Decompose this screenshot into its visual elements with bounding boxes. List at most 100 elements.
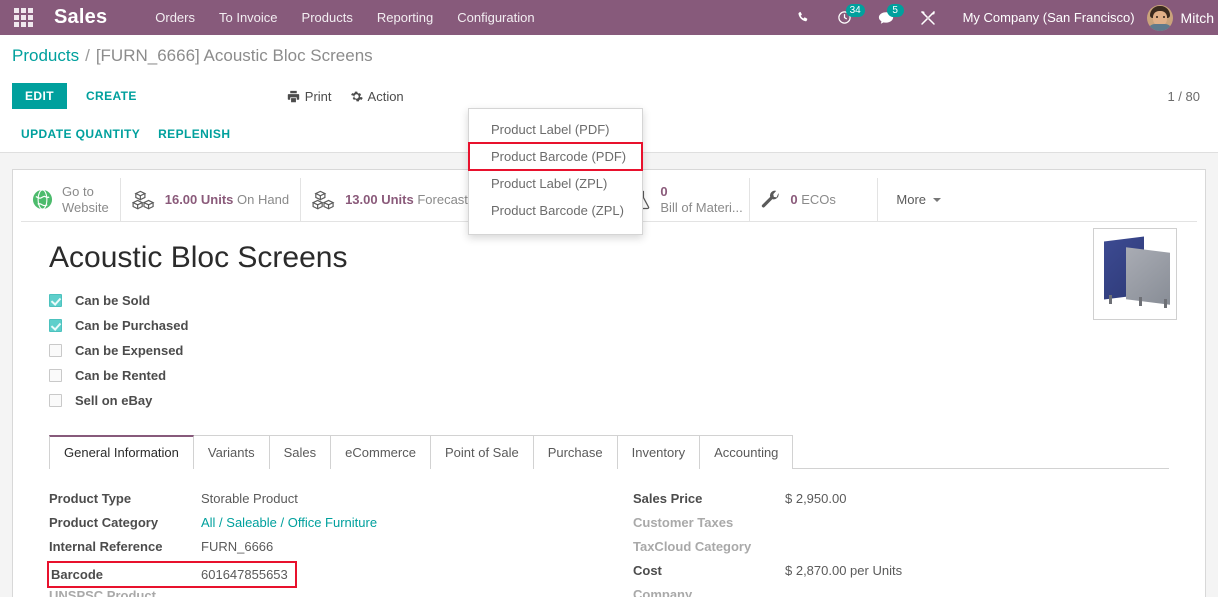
stat-value-ecos: 0 [790, 191, 798, 207]
field-label-product-category: Product Category [49, 515, 159, 530]
avatar [1146, 4, 1173, 31]
replenish-button[interactable]: REPLENISH [149, 121, 239, 147]
menu-item-orders[interactable]: Orders [143, 0, 207, 35]
field-label-cost: Cost [633, 563, 662, 578]
tools-icon[interactable] [907, 0, 949, 35]
tab-accounting[interactable]: Accounting [699, 435, 794, 469]
action-dropdown-button[interactable]: Action [341, 85, 413, 108]
field-row-company: Company [633, 587, 1169, 597]
stat-value-forecasted: 13.00 Units [345, 191, 414, 207]
checkbox-can-be-purchased[interactable] [49, 319, 62, 332]
stat-button-on-hand[interactable]: 16.00 Units On Hand [121, 178, 302, 221]
breadcrumb-current-record: [FURN_6666] Acoustic Bloc Screens [95, 46, 373, 65]
stat-label-bom: Bill of Materi... [660, 199, 743, 215]
messages-icon[interactable]: 5 [865, 0, 907, 35]
record-pager[interactable]: 1 / 80 [1167, 89, 1200, 104]
phone-icon[interactable] [784, 0, 824, 35]
form-body: Acoustic Bloc Screens Can be Sold Can be… [13, 222, 1205, 597]
field-value-barcode[interactable]: 601647855653 [201, 567, 288, 582]
field-row-unspsc-product: UNSPSC Product [49, 588, 609, 597]
checkbox-label-can-be-purchased[interactable]: Can be Purchased [75, 318, 188, 333]
breadcrumb-separator: / [85, 46, 90, 65]
company-selector[interactable]: My Company (San Francisco) [949, 10, 1147, 25]
tab-point-of-sale[interactable]: Point of Sale [429, 435, 534, 469]
field-value-product-category[interactable]: All / Saleable / Office Furniture [201, 515, 377, 530]
stat-label-line2: Website [62, 199, 109, 215]
stat-more-dropdown[interactable]: More [878, 178, 959, 221]
panel-leg [1139, 297, 1142, 306]
checkbox-row-can-be-rented: Can be Rented [49, 363, 1169, 388]
field-row-taxcloud-category: TaxCloud Category [633, 539, 1169, 563]
tab-ecommerce[interactable]: eCommerce [330, 435, 431, 469]
field-value-sales-price[interactable]: $ 2,950.00 [785, 491, 846, 506]
field-value-cost[interactable]: $ 2,870.00 per Units [785, 563, 902, 578]
menu-item-product-label-zpl[interactable]: Product Label (ZPL) [469, 170, 642, 197]
user-menu[interactable]: Mitch [1146, 4, 1218, 31]
stat-more-label: More [896, 192, 927, 207]
wrench-icon [761, 190, 781, 210]
apps-grid-icon[interactable] [0, 0, 46, 35]
fields-column-right: Sales Price $ 2,950.00 Customer Taxes Ta… [609, 491, 1169, 597]
main-menu: Orders To Invoice Products Reporting Con… [143, 0, 546, 35]
stat-button-go-to-website[interactable]: Go to Website [21, 178, 121, 221]
stat-label-on-hand: On Hand [237, 191, 290, 207]
cubes-icon [312, 190, 336, 210]
menu-item-to-invoice[interactable]: To Invoice [207, 0, 290, 35]
tab-purchase[interactable]: Purchase [532, 435, 618, 469]
field-row-sales-price: Sales Price $ 2,950.00 [633, 491, 1169, 515]
checkbox-can-be-sold[interactable] [49, 294, 62, 307]
menu-item-product-barcode-pdf[interactable]: Product Barcode (PDF) [468, 142, 643, 171]
checkbox-label-sell-on-ebay[interactable]: Sell on eBay [75, 393, 152, 408]
field-value-product-type[interactable]: Storable Product [201, 491, 298, 506]
field-label-unspsc-product: UNSPSC Product [49, 588, 156, 597]
checkbox-sell-on-ebay[interactable] [49, 394, 62, 407]
menu-item-product-barcode-zpl[interactable]: Product Barcode (ZPL) [469, 197, 642, 224]
checkbox-label-can-be-sold[interactable]: Can be Sold [75, 293, 150, 308]
checkbox-row-sell-on-ebay: Sell on eBay [49, 388, 1169, 413]
checkbox-label-can-be-rented[interactable]: Can be Rented [75, 368, 166, 383]
create-button[interactable]: CREATE [73, 83, 150, 109]
tab-general-information[interactable]: General Information [49, 435, 194, 469]
breadcrumb-root-products[interactable]: Products [12, 46, 79, 66]
menu-item-products[interactable]: Products [290, 0, 365, 35]
edit-button[interactable]: EDIT [12, 83, 67, 109]
fields-column-left: Product Type Storable Product Product Ca… [47, 491, 609, 597]
stat-text: 0 ECOs [790, 192, 836, 208]
stat-button-ecos[interactable]: 0 ECOs [750, 178, 879, 221]
print-dropdown-button[interactable]: Print [278, 85, 341, 108]
messages-count-badge: 5 [886, 4, 904, 17]
gear-icon [350, 91, 363, 101]
field-value-internal-reference[interactable]: FURN_6666 [201, 539, 273, 554]
field-label-customer-taxes: Customer Taxes [633, 515, 734, 530]
general-information-fields: Product Type Storable Product Product Ca… [47, 469, 1169, 597]
checkbox-row-can-be-sold: Can be Sold [49, 288, 1169, 313]
control-panel-actions: Print Action [278, 85, 413, 108]
field-row-product-type: Product Type Storable Product [49, 491, 609, 515]
menu-item-product-label-pdf[interactable]: Product Label (PDF) [469, 116, 642, 143]
product-image[interactable] [1093, 228, 1177, 320]
menu-item-reporting[interactable]: Reporting [365, 0, 445, 35]
update-quantity-button[interactable]: UPDATE QUANTITY [12, 121, 149, 147]
checkbox-can-be-rented[interactable] [49, 369, 62, 382]
field-row-product-category: Product Category All / Saleable / Office… [49, 515, 609, 539]
field-label-internal-reference: Internal Reference [49, 539, 163, 554]
activity-clock-icon[interactable]: 34 [824, 0, 865, 35]
stat-text: 16.00 Units On Hand [165, 192, 289, 208]
chevron-down-icon [933, 197, 942, 202]
stat-button-forecasted[interactable]: 13.00 Units Forecasted [301, 178, 495, 221]
tab-inventory[interactable]: Inventory [616, 435, 701, 469]
stat-label-line1: Go to [62, 183, 94, 199]
checkbox-label-can-be-expensed[interactable]: Can be Expensed [75, 343, 183, 358]
tab-sales[interactable]: Sales [268, 435, 332, 469]
stat-value-bom: 0 [660, 183, 668, 199]
print-label: Print [304, 88, 332, 104]
page-title: Acoustic Bloc Screens [49, 241, 348, 274]
app-brand-sales[interactable]: Sales [46, 6, 117, 29]
stat-text: 0 Bill of Materi... [660, 183, 742, 215]
checkbox-row-can-be-purchased: Can be Purchased [49, 313, 1169, 338]
printer-icon [287, 90, 299, 102]
stat-text: 13.00 Units Forecasted [345, 192, 482, 208]
tab-variants[interactable]: Variants [192, 435, 270, 469]
checkbox-can-be-expensed[interactable] [49, 344, 62, 357]
menu-item-configuration[interactable]: Configuration [445, 0, 546, 35]
